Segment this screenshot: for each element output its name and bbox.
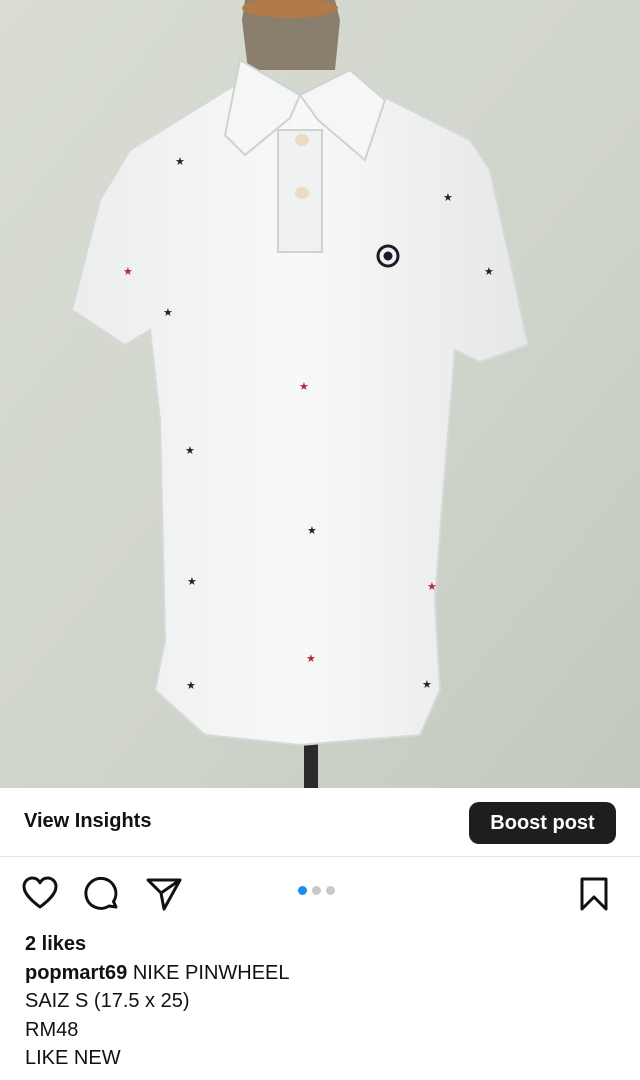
carousel-indicator <box>298 886 335 895</box>
insights-bar: View Insights Boost post <box>0 788 640 857</box>
username-link[interactable]: popmart69 <box>25 962 127 984</box>
post-photo[interactable]: ★ ★ ★ ★ ★ ★ ★ ★ ★ ★ ★ ★ ★ <box>0 0 640 788</box>
svg-text:★: ★ <box>186 679 196 692</box>
caption-line-4: LIKE NEW <box>25 1047 121 1069</box>
svg-text:★: ★ <box>187 575 197 588</box>
svg-text:★: ★ <box>484 265 494 278</box>
paper-plane-icon[interactable] <box>146 876 182 912</box>
carousel-dot <box>312 886 321 895</box>
svg-text:★: ★ <box>306 652 316 665</box>
svg-text:★: ★ <box>123 265 133 278</box>
post-caption: 2 likes popmart69 NIKE PINWHEEL SAIZ S (… <box>25 930 615 1073</box>
caption-line-2: SAIZ S (17.5 x 25) <box>25 990 190 1012</box>
carousel-dot <box>326 886 335 895</box>
svg-text:★: ★ <box>422 678 432 691</box>
comment-icon[interactable] <box>84 876 120 912</box>
heart-icon[interactable] <box>22 876 58 910</box>
boost-post-button[interactable]: Boost post <box>469 802 616 844</box>
svg-text:★: ★ <box>185 444 195 457</box>
carousel-dot-active <box>298 886 307 895</box>
bookmark-icon[interactable] <box>578 876 610 912</box>
polo-shirt-photo: ★ ★ ★ ★ ★ ★ ★ ★ ★ ★ ★ ★ ★ <box>0 0 640 788</box>
svg-text:★: ★ <box>163 306 173 319</box>
svg-text:★: ★ <box>175 155 185 168</box>
caption-line-1: popmart69 NIKE PINWHEEL <box>25 959 615 988</box>
svg-text:★: ★ <box>427 580 437 593</box>
svg-text:★: ★ <box>307 524 317 537</box>
caption-text: NIKE PINWHEEL <box>132 961 290 984</box>
svg-text:★: ★ <box>299 380 309 393</box>
post-actions <box>0 860 640 924</box>
view-insights-link[interactable]: View Insights <box>24 810 151 833</box>
caption-line-3: RM48 <box>25 1018 79 1041</box>
svg-text:★: ★ <box>443 191 453 204</box>
likes-count[interactable]: 2 likes <box>25 930 615 959</box>
